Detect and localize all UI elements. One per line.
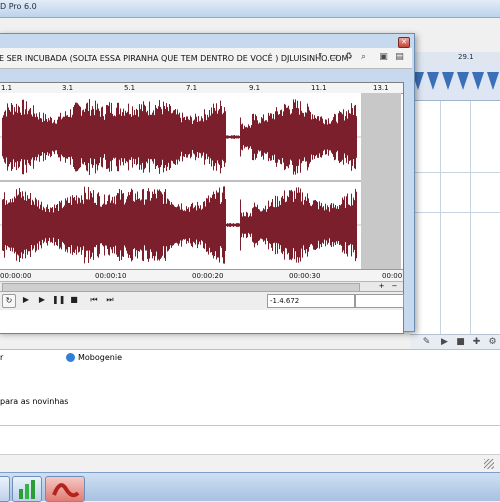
play-selection-icon[interactable]: ▶: [36, 294, 48, 306]
lane-divider: [410, 172, 500, 173]
stop-icon[interactable]: ■: [454, 336, 467, 349]
pause-icon[interactable]: ❚❚: [52, 294, 65, 306]
list-divider: [0, 425, 500, 426]
folder-icon[interactable]: ▭: [327, 51, 340, 64]
position-readout[interactable]: -1.4.672: [267, 294, 355, 308]
tick-label: 13.1: [373, 84, 389, 92]
ruler-label: 29.1: [458, 53, 474, 61]
zoom-in-icon[interactable]: +: [377, 282, 386, 291]
midi-note-marker: [472, 72, 484, 90]
search-icon[interactable]: ⌕: [357, 51, 370, 64]
recycle-icon[interactable]: ♻: [342, 51, 355, 64]
taskbar: [0, 472, 500, 502]
resize-grip-icon[interactable]: [484, 459, 494, 469]
stop-icon[interactable]: ■: [68, 294, 80, 306]
tick-label: 11.1: [311, 84, 327, 92]
app-title: D Pro 6.0: [0, 2, 37, 11]
waveform-end-region: [361, 93, 401, 269]
taskbar-button-chart[interactable]: [12, 476, 42, 502]
transport-bar: ↻ ▶ ▶ ❚❚ ■ ⏮ ⏭ -1.4.672: [0, 291, 404, 310]
tick-label: 1.1: [1, 84, 13, 92]
taskbar-button[interactable]: [0, 476, 10, 502]
marker-icon[interactable]: ✚: [470, 336, 483, 349]
loop-icon[interactable]: ↻: [2, 294, 16, 308]
tick-label: 00:00:00: [0, 272, 32, 280]
midi-lane[interactable]: [410, 64, 500, 101]
waveform-channel: [2, 186, 357, 264]
lane-divider: [470, 64, 471, 334]
waveform-area[interactable]: [0, 93, 361, 269]
pencil-icon[interactable]: ✎: [420, 336, 433, 349]
tick-label: 00:00: [382, 272, 403, 280]
waveform: [0, 99, 361, 264]
midi-note-marker: [457, 72, 469, 90]
save-as-icon[interactable]: ▤: [393, 51, 406, 64]
go-to-end-icon[interactable]: ⏭: [104, 294, 116, 306]
app-titlebar: D Pro 6.0: [0, 0, 500, 18]
midi-note-marker: [442, 72, 454, 90]
tick-label: 00:00:10: [95, 272, 127, 280]
taskbar-button-audio[interactable]: [45, 476, 85, 502]
tick-label: 7.1: [186, 84, 198, 92]
list-item[interactable]: r: [0, 353, 3, 362]
close-button[interactable]: ✕: [398, 37, 410, 48]
tick-label: 5.1: [124, 84, 136, 92]
midi-note-marker: [427, 72, 439, 90]
tick-label: 00:00:30: [289, 272, 321, 280]
lane-divider: [440, 64, 441, 334]
list-item[interactable]: Mobogenie: [78, 353, 122, 362]
audio-app-icon: [52, 483, 80, 498]
save-icon[interactable]: ▣: [377, 51, 390, 64]
go-to-start-icon[interactable]: ⏮: [88, 294, 100, 306]
length-readout: [355, 294, 404, 308]
tick-label: 3.1: [62, 84, 74, 92]
tick-label: 9.1: [249, 84, 261, 92]
editor-toolbar: E SER INCUBADA (SOLTA ESSA PIRANHA QUE T…: [0, 48, 412, 69]
loop-icon[interactable]: ↺: [312, 51, 325, 64]
mobogenie-icon: [66, 353, 75, 362]
settings-icon[interactable]: ⚙: [486, 336, 499, 349]
waveform-panel[interactable]: 1.1 3.1 5.1 7.1 9.1 11.1 13.1 00:00:00 0…: [0, 82, 404, 334]
audio-editor-window: ✕ E SER INCUBADA (SOLTA ESSA PIRANHA QUE…: [0, 33, 415, 334]
waveform-channel: [2, 99, 357, 175]
play-icon[interactable]: ▶: [438, 336, 451, 349]
file-title: E SER INCUBADA (SOLTA ESSA PIRANHA QUE T…: [0, 54, 349, 63]
list-item[interactable]: para as novinhas: [0, 397, 68, 406]
play-icon[interactable]: ▶: [20, 294, 32, 306]
tick-label: 00:00:20: [192, 272, 224, 280]
chart-icon: [19, 480, 35, 499]
midi-note-marker: [487, 72, 499, 90]
file-list[interactable]: r Mobogenie para as novinhas: [0, 349, 500, 455]
app-bottom-toolbar: ✎ ▶ ■ ✚ ⚙: [410, 334, 500, 350]
zoom-out-icon[interactable]: −: [390, 282, 399, 291]
status-bar: [0, 454, 500, 473]
lane-divider: [410, 212, 500, 213]
